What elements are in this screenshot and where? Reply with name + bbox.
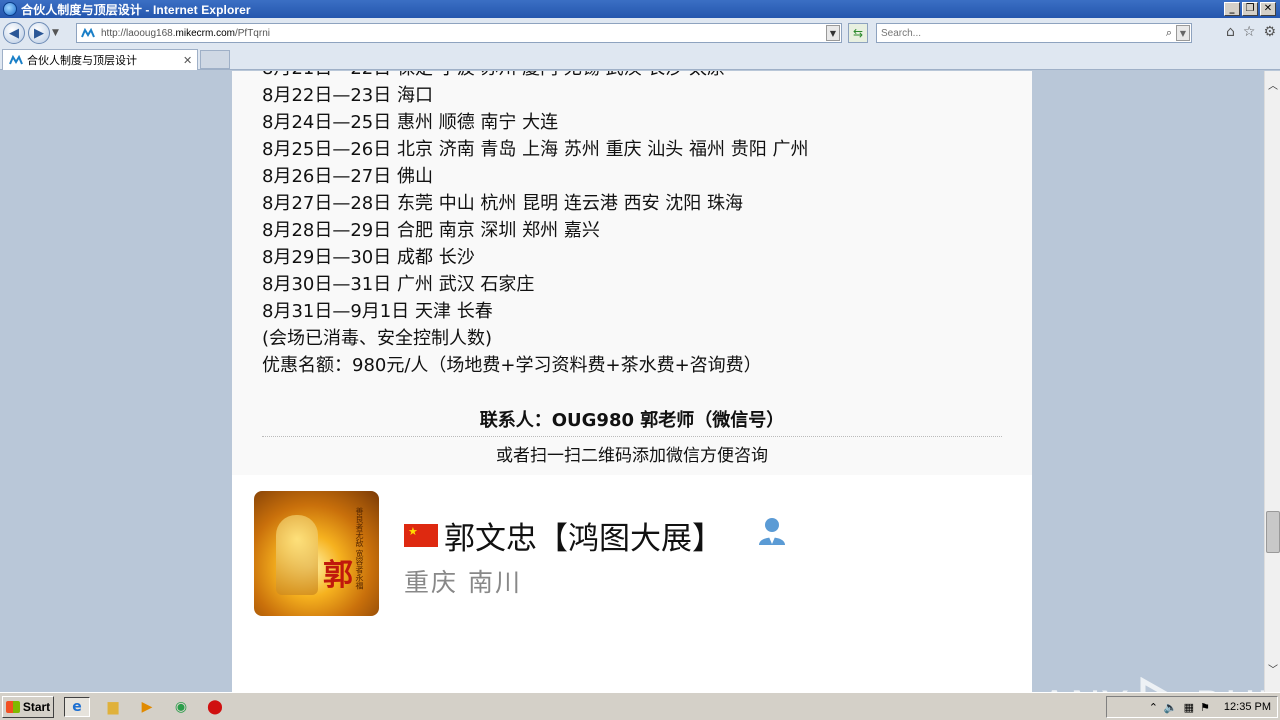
flag-icon[interactable]: ⚑ bbox=[1200, 701, 1210, 714]
internet-explorer-icon: e bbox=[72, 699, 82, 715]
navigation-bar: ◀ ▶ ▼ http://laooug168.mikecrm.com/PfTqr… bbox=[0, 18, 1280, 48]
scan-hint: 或者扫一扫二维码添加微信方便咨询 bbox=[496, 446, 768, 466]
system-tray: ⌃ 🔈 ▦ ⚑ 12:35 PM bbox=[1106, 696, 1278, 718]
buddha-figure-icon bbox=[276, 515, 318, 595]
window-title: 合伙人制度与顶层设计 - Internet Explorer bbox=[21, 2, 251, 17]
contact-region: 重庆 南川 bbox=[404, 568, 522, 597]
schedule-line: 8月21日—22日 保定 宁波 苏州 厦门 无锡 武汉 长沙 太原 bbox=[262, 71, 808, 82]
scrollbar-thumb[interactable] bbox=[1266, 511, 1280, 553]
anyrun-watermark: ANY RUN bbox=[1040, 677, 1264, 692]
avatar: 善良者无敌 宽容者永福 郭 bbox=[254, 491, 379, 616]
site-favicon-icon bbox=[81, 28, 95, 38]
taskbar-alert-app[interactable]: ⬤ bbox=[202, 697, 228, 717]
divider bbox=[262, 436, 1002, 437]
favorites-star-icon[interactable]: ☆ bbox=[1243, 24, 1256, 40]
schedule-list: 8月21日—22日 保定 宁波 苏州 厦门 无锡 武汉 长沙 太原 8月22日—… bbox=[262, 71, 808, 379]
folder-icon: ▆ bbox=[107, 699, 119, 715]
search-dropdown-button[interactable]: ▼ bbox=[1176, 25, 1190, 41]
address-bar[interactable]: http://laooug168.mikecrm.com/PfTqrni ▼ bbox=[76, 23, 842, 43]
schedule-line: 8月27日—28日 东莞 中山 杭州 昆明 连云港 西安 沈阳 珠海 bbox=[262, 193, 744, 214]
avatar-surname: 郭 bbox=[323, 558, 353, 593]
tab-favicon-icon bbox=[9, 55, 23, 65]
play-logo-icon bbox=[1140, 677, 1168, 692]
wechat-contact-card: 善良者无敌 宽容者永福 郭 郭文忠【鸿图大展】 重庆 南川 bbox=[232, 475, 1032, 692]
back-button[interactable]: ◀ bbox=[3, 22, 25, 44]
media-player-icon: ▶ bbox=[141, 699, 153, 715]
internet-explorer-icon bbox=[3, 2, 17, 16]
minimize-button[interactable]: _ bbox=[1224, 2, 1240, 16]
schedule-line: 8月31日—9月1日 天津 长春 bbox=[262, 301, 493, 322]
schedule-line: 8月25日—26日 北京 济南 青岛 上海 苏州 重庆 汕头 福州 贵阳 广州 bbox=[262, 139, 809, 160]
schedule-line: 8月22日—23日 海口 bbox=[262, 85, 433, 106]
price-note: 优惠名额：980元/人（场地费+学习资料费+茶水费+咨询费） bbox=[262, 355, 762, 376]
chrome-icon: ◉ bbox=[174, 699, 188, 715]
window-title-bar: 合伙人制度与顶层设计 - Internet Explorer _ ❐ ✕ bbox=[0, 0, 1280, 18]
tab-label: 合伙人制度与顶层设计 bbox=[27, 54, 137, 67]
windows-logo-icon bbox=[5, 701, 20, 713]
schedule-line: 8月24日—25日 惠州 顺德 南宁 大连 bbox=[262, 112, 559, 133]
schedule-line: 8月29日—30日 成都 长沙 bbox=[262, 247, 475, 268]
search-input[interactable] bbox=[877, 27, 1162, 39]
restore-button[interactable]: ❐ bbox=[1242, 2, 1258, 16]
new-tab-button[interactable] bbox=[200, 50, 230, 69]
gear-icon[interactable]: ⚙ bbox=[1263, 24, 1276, 40]
contact-name-text: 郭文忠【鸿图大展】 bbox=[444, 521, 723, 557]
china-flag-icon bbox=[404, 524, 438, 547]
back-arrow-icon: ◀ bbox=[9, 25, 19, 41]
system-clock[interactable]: 12:35 PM bbox=[1224, 701, 1271, 713]
taskbar-chrome[interactable]: ◉ bbox=[168, 697, 194, 717]
recent-pages-dropdown[interactable]: ▼ bbox=[52, 28, 64, 38]
page-content: 8月21日—22日 保定 宁波 苏州 厦门 无锡 武汉 长沙 太原 8月22日—… bbox=[232, 71, 1032, 692]
taskbar-media-player[interactable]: ▶ bbox=[134, 697, 160, 717]
home-icon[interactable]: ⌂ bbox=[1226, 24, 1235, 40]
contact-line: 联系人：OUG980 郭老师（微信号） bbox=[479, 410, 785, 431]
close-window-button[interactable]: ✕ bbox=[1260, 2, 1276, 16]
forward-button[interactable]: ▶ bbox=[28, 22, 50, 44]
address-dropdown-button[interactable]: ▼ bbox=[826, 25, 840, 41]
refresh-icon: ⇆ bbox=[852, 26, 864, 40]
start-button[interactable]: Start bbox=[2, 696, 54, 718]
taskbar-internet-explorer[interactable]: e bbox=[64, 697, 90, 717]
tab-bar: 合伙人制度与顶层设计 ✕ bbox=[0, 48, 1280, 70]
male-user-icon bbox=[759, 518, 785, 545]
contact-name: 郭文忠【鸿图大展】 bbox=[404, 513, 723, 558]
page-viewport: 8月21日—22日 保定 宁波 苏州 厦门 无锡 武汉 长沙 太原 8月22日—… bbox=[0, 71, 1264, 692]
vertical-scrollbar[interactable]: ︿ ﹀ bbox=[1264, 71, 1280, 692]
venue-note: (会场已消毒、安全控制人数) bbox=[262, 328, 493, 349]
search-box[interactable]: ⌕ ▼ bbox=[876, 23, 1192, 43]
schedule-line: 8月26日—27日 佛山 bbox=[262, 166, 433, 187]
alert-icon: ⬤ bbox=[207, 699, 223, 715]
forward-arrow-icon: ▶ bbox=[34, 25, 44, 41]
tab-active[interactable]: 合伙人制度与顶层设计 ✕ bbox=[2, 49, 198, 70]
search-icon[interactable]: ⌕ bbox=[1162, 26, 1176, 40]
taskbar: Start e ▆ ▶ ◉ ⬤ ⌃ 🔈 ▦ ⚑ 12:35 PM bbox=[0, 692, 1280, 720]
taskbar-file-explorer[interactable]: ▆ bbox=[100, 697, 126, 717]
schedule-line: 8月30日—31日 广州 武汉 石家庄 bbox=[262, 274, 535, 295]
address-url[interactable]: http://laooug168.mikecrm.com/PfTqrni bbox=[101, 28, 826, 39]
volume-icon[interactable]: 🔈 bbox=[1164, 701, 1178, 714]
scroll-up-arrow-icon[interactable]: ︿ bbox=[1265, 79, 1280, 95]
avatar-verse: 善良者无敌 宽容者永福 bbox=[355, 507, 364, 590]
tray-expand-icon[interactable]: ⌃ bbox=[1149, 701, 1158, 714]
network-icon[interactable]: ▦ bbox=[1184, 701, 1194, 714]
scroll-down-arrow-icon[interactable]: ﹀ bbox=[1265, 663, 1280, 679]
tab-close-icon[interactable]: ✕ bbox=[183, 54, 197, 67]
schedule-line: 8月28日—29日 合肥 南京 深圳 郑州 嘉兴 bbox=[262, 220, 600, 241]
refresh-button[interactable]: ⇆ bbox=[848, 23, 868, 43]
